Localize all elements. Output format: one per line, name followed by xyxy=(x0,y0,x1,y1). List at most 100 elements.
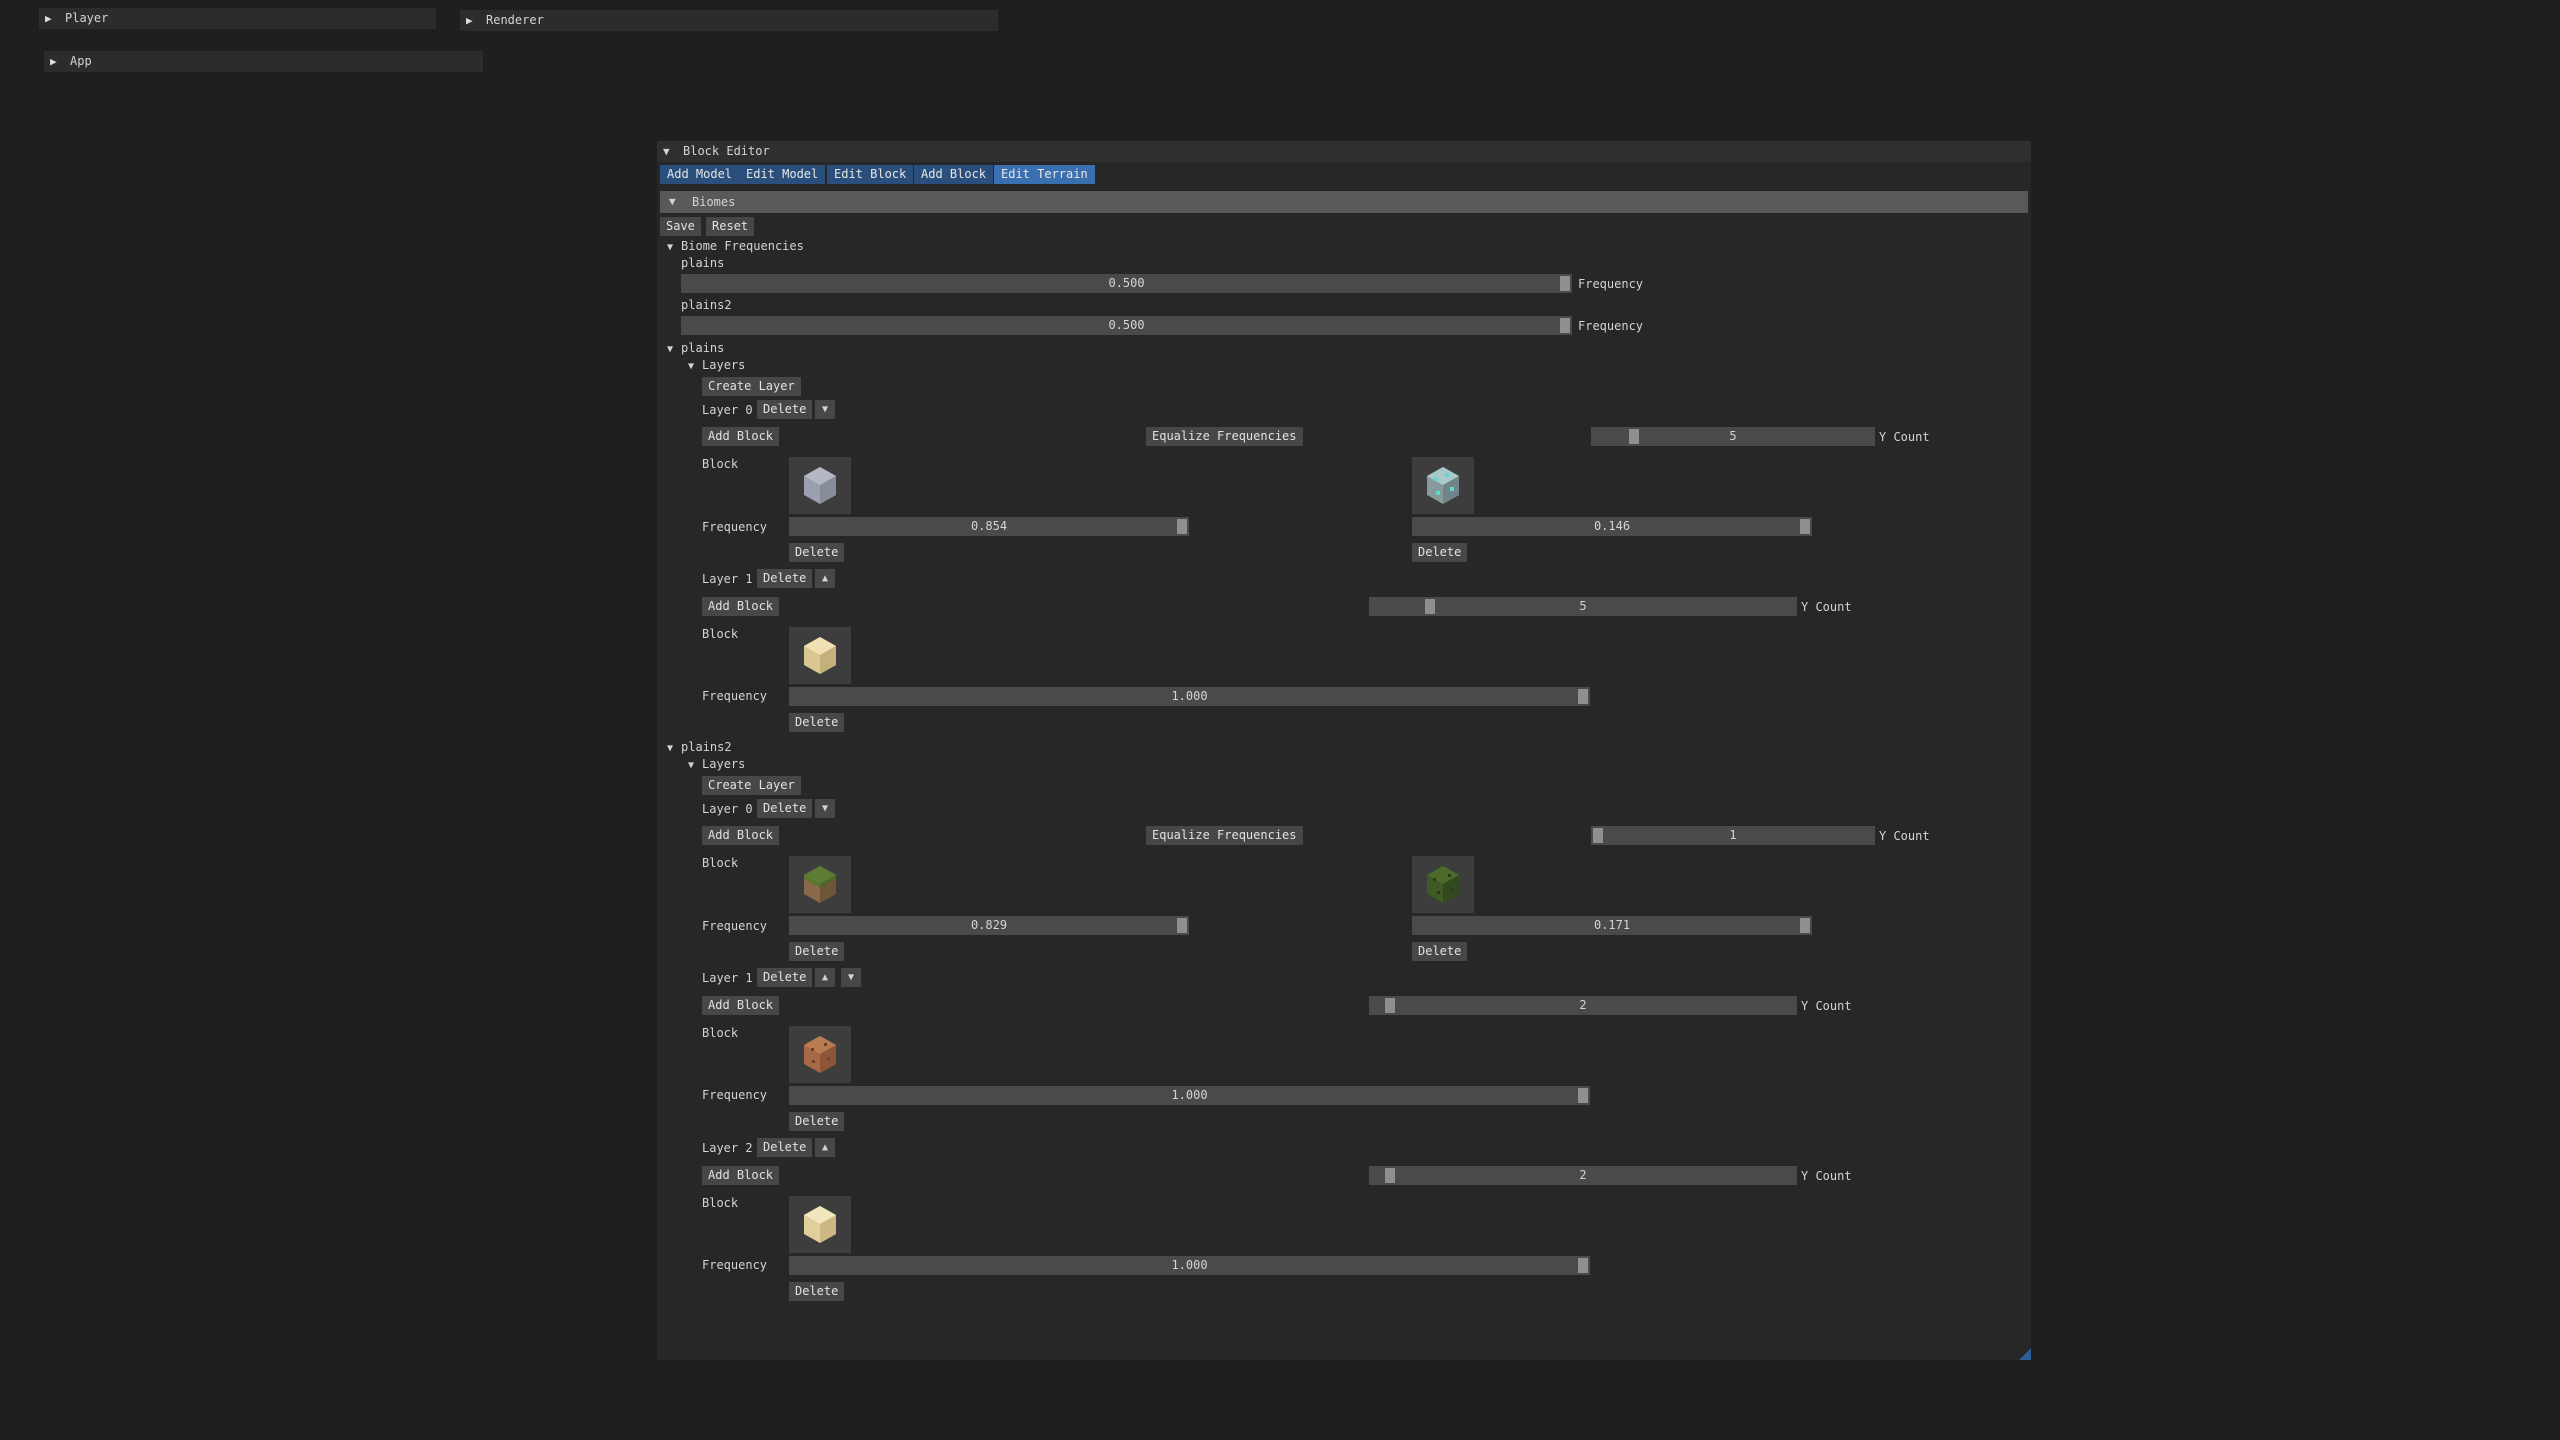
y-count-label: Y Count xyxy=(1801,999,1852,1013)
add-block-button[interactable]: Add Block xyxy=(702,826,780,845)
slider-grab[interactable] xyxy=(1560,276,1570,291)
slider-grab[interactable] xyxy=(1177,519,1187,534)
delete-layer-button[interactable]: Delete xyxy=(757,1138,813,1157)
biome-frequency-slider[interactable]: 0.500 xyxy=(681,274,1572,293)
slider-grab[interactable] xyxy=(1385,998,1395,1013)
tab-add-block[interactable]: Add Block xyxy=(914,165,994,184)
biome-frequencies-label: Biome Frequencies xyxy=(681,239,804,253)
delete-block-button[interactable]: Delete xyxy=(789,1282,845,1301)
y-count-slider[interactable]: 2 xyxy=(1369,1166,1797,1185)
frequency-label: Frequency xyxy=(702,1258,768,1272)
delete-block-button[interactable]: Delete xyxy=(1412,942,1468,961)
y-count-slider[interactable]: 5 xyxy=(1591,427,1875,446)
move-up-icon[interactable]: ▲ xyxy=(815,968,835,987)
create-layer-button[interactable]: Create Layer xyxy=(702,776,801,795)
biome-frequencies-node[interactable]: ▼ Biome Frequencies xyxy=(667,239,804,253)
delete-block-button[interactable]: Delete xyxy=(789,713,845,732)
block-frequency-slider[interactable]: 0.829 xyxy=(789,916,1189,935)
expanded-arrow-icon: ▼ xyxy=(688,760,695,771)
layer-label: Layer 1 xyxy=(702,572,753,586)
equalize-frequencies-button[interactable]: Equalize Frequencies xyxy=(1146,427,1303,446)
add-block-button[interactable]: Add Block xyxy=(702,996,780,1015)
slider-grab[interactable] xyxy=(1800,519,1810,534)
dirt-block-icon xyxy=(804,1036,836,1073)
biomes-header[interactable]: ▼ Biomes xyxy=(660,191,2028,213)
player-panel-title: Player xyxy=(65,11,109,25)
plains-biome-node[interactable]: ▼ plains xyxy=(667,341,724,355)
slider-grab[interactable] xyxy=(1578,1088,1588,1103)
delete-block-button[interactable]: Delete xyxy=(1412,543,1468,562)
app-panel-header[interactable]: ▶ App xyxy=(44,51,483,72)
block-thumbnail[interactable] xyxy=(789,1026,851,1083)
block-thumbnail[interactable] xyxy=(789,627,851,684)
add-block-button[interactable]: Add Block xyxy=(702,427,780,446)
add-block-button[interactable]: Add Block xyxy=(702,597,780,616)
slider-value: 0.500 xyxy=(1108,276,1145,290)
slider-grab[interactable] xyxy=(1800,918,1810,933)
plains2-biome-node[interactable]: ▼ plains2 xyxy=(667,740,732,754)
y-count-slider[interactable]: 5 xyxy=(1369,597,1797,616)
block-frequency-slider[interactable]: 1.000 xyxy=(789,1256,1590,1275)
tab-add-model[interactable]: Add Model xyxy=(660,165,740,184)
block-thumbnail[interactable] xyxy=(1412,856,1474,913)
block-frequency-slider[interactable]: 1.000 xyxy=(789,687,1590,706)
block-frequency-slider[interactable]: 0.146 xyxy=(1412,517,1812,536)
move-up-icon[interactable]: ▲ xyxy=(815,569,835,588)
reset-button[interactable]: Reset xyxy=(706,217,755,236)
slider-grab[interactable] xyxy=(1593,828,1603,843)
renderer-panel-header[interactable]: ▶ Renderer xyxy=(460,10,998,31)
block-thumbnail[interactable] xyxy=(789,457,851,514)
slider-grab[interactable] xyxy=(1629,429,1639,444)
slider-grab[interactable] xyxy=(1578,1258,1588,1273)
layers-node[interactable]: ▼ Layers xyxy=(688,757,745,771)
layer-label: Layer 1 xyxy=(702,971,753,985)
expanded-arrow-icon: ▼ xyxy=(667,242,674,253)
resize-grip-icon[interactable] xyxy=(2019,1348,2031,1360)
move-down-icon[interactable]: ▼ xyxy=(815,799,835,818)
layers-node[interactable]: ▼ Layers xyxy=(688,358,745,372)
block-frequency-slider[interactable]: 0.171 xyxy=(1412,916,1812,935)
move-down-icon[interactable]: ▼ xyxy=(841,968,861,987)
delete-layer-button[interactable]: Delete xyxy=(757,569,813,588)
delete-block-button[interactable]: Delete xyxy=(789,543,845,562)
slider-value: 0.500 xyxy=(1108,318,1145,332)
window-titlebar[interactable]: ▼ Block Editor xyxy=(657,141,2031,162)
delete-block-button[interactable]: Delete xyxy=(789,1112,845,1131)
slider-value: 0.829 xyxy=(970,918,1008,932)
delete-layer-button[interactable]: Delete xyxy=(757,400,813,419)
biome-frequency-slider[interactable]: 0.500 xyxy=(681,316,1572,335)
block-label: Block xyxy=(702,1026,739,1040)
window-title: Block Editor xyxy=(683,144,770,158)
sand-block-icon xyxy=(804,637,836,674)
collapsed-arrow-icon: ▶ xyxy=(50,55,57,68)
tab-edit-block[interactable]: Edit Block xyxy=(827,165,914,184)
block-thumbnail[interactable] xyxy=(1412,457,1474,514)
delete-block-button[interactable]: Delete xyxy=(789,942,845,961)
block-thumbnail[interactable] xyxy=(789,1196,851,1253)
y-count-slider[interactable]: 2 xyxy=(1369,996,1797,1015)
slider-grab[interactable] xyxy=(1560,318,1570,333)
slider-grab[interactable] xyxy=(1385,1168,1395,1183)
block-frequency-slider[interactable]: 0.854 xyxy=(789,517,1189,536)
slider-grab[interactable] xyxy=(1425,599,1435,614)
tab-edit-model[interactable]: Edit Model xyxy=(739,165,826,184)
block-frequency-slider[interactable]: 1.000 xyxy=(789,1086,1590,1105)
y-count-slider[interactable]: 1 xyxy=(1591,826,1875,845)
layers-label: Layers xyxy=(702,757,746,771)
equalize-frequencies-button[interactable]: Equalize Frequencies xyxy=(1146,826,1303,845)
player-panel-header[interactable]: ▶ Player xyxy=(39,8,436,29)
slider-grab[interactable] xyxy=(1177,918,1187,933)
create-layer-button[interactable]: Create Layer xyxy=(702,377,801,396)
delete-layer-button[interactable]: Delete xyxy=(757,968,813,987)
move-up-icon[interactable]: ▲ xyxy=(815,1138,835,1157)
save-button[interactable]: Save xyxy=(660,217,701,236)
add-block-button[interactable]: Add Block xyxy=(702,1166,780,1185)
block-label: Block xyxy=(702,457,739,471)
slider-grab[interactable] xyxy=(1578,689,1588,704)
collapsed-arrow-icon: ▶ xyxy=(45,12,52,25)
frequency-label: Frequency xyxy=(702,1088,768,1102)
block-thumbnail[interactable] xyxy=(789,856,851,913)
tab-edit-terrain[interactable]: Edit Terrain xyxy=(994,165,1095,184)
move-down-icon[interactable]: ▼ xyxy=(815,400,835,419)
delete-layer-button[interactable]: Delete xyxy=(757,799,813,818)
